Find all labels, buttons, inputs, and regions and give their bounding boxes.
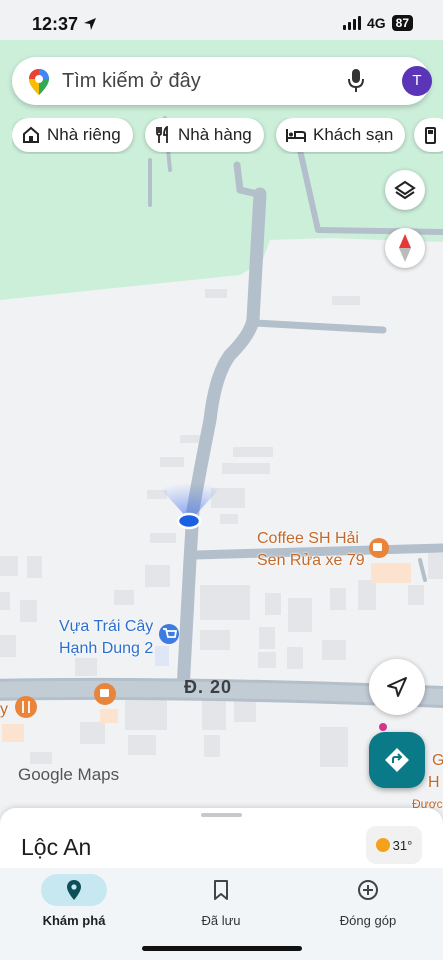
layers-button[interactable] (385, 170, 425, 210)
home-icon (23, 126, 39, 143)
compass-icon (399, 234, 411, 262)
poi-label-coffee[interactable]: Coffee SH Hải Sen Rửa xe 79 (257, 528, 365, 572)
sheet-handle[interactable] (201, 813, 242, 817)
home-indicator[interactable] (142, 946, 302, 951)
directions-button[interactable] (369, 732, 425, 788)
status-bar: 12:37 4G 87 (0, 0, 443, 50)
battery-icon: 87 (391, 15, 413, 31)
sun-icon (375, 838, 390, 852)
hotel-icon (286, 129, 306, 142)
signal-icon (342, 16, 361, 30)
status-time: 12:37 (32, 14, 97, 35)
chip-gas-station[interactable] (414, 118, 443, 152)
road-label: Đ. 20 (184, 677, 233, 697)
gas-station-icon (425, 127, 436, 144)
my-location-dot (176, 512, 202, 530)
chip-home[interactable]: Nhà riêng (12, 118, 133, 152)
avatar[interactable]: T (402, 66, 432, 96)
explore-pin-icon (67, 880, 81, 900)
chip-restaurant[interactable]: Nhà hàng (145, 118, 264, 152)
add-circle-icon (358, 880, 378, 900)
microphone-icon[interactable] (347, 68, 365, 94)
location-arrow-icon (84, 18, 97, 30)
restaurant-icon (156, 126, 168, 143)
search-bar[interactable]: Tìm kiếm ở đây T (12, 57, 432, 105)
restaurant-marker (15, 696, 37, 718)
google-maps-attribution: Google Maps (18, 765, 120, 784)
poi-label-fruit-shop[interactable]: Vựa Trái Cây Hạnh Dung 2 (59, 616, 153, 660)
google-maps-pin-icon (29, 69, 49, 95)
place-title: Lộc An (21, 834, 92, 860)
network-type: 4G (366, 15, 386, 31)
bookmark-icon (214, 880, 228, 900)
layers-icon (394, 180, 416, 200)
tab-contribute[interactable]: Đóng góp (294, 874, 442, 928)
chip-hotel[interactable]: Khách sạn (276, 118, 406, 152)
poi-label-edge-right-1: G (432, 752, 443, 769)
weather-chip[interactable]: 31° (366, 826, 422, 864)
search-input[interactable]: Tìm kiếm ở đây (62, 70, 201, 93)
poi-label-edge-left: y (0, 701, 8, 718)
my-location-button[interactable] (369, 659, 425, 715)
compass-button[interactable] (385, 228, 425, 268)
navigation-arrow-icon (387, 677, 407, 697)
directions-icon (385, 748, 409, 772)
tab-saved[interactable]: Đã lưu (147, 874, 295, 928)
poi-label-edge-right-2: H (428, 774, 440, 791)
tab-explore[interactable]: Khám phá (0, 874, 148, 928)
category-chips: Nhà riêng Nhà hàng Khách sạn (12, 118, 443, 154)
